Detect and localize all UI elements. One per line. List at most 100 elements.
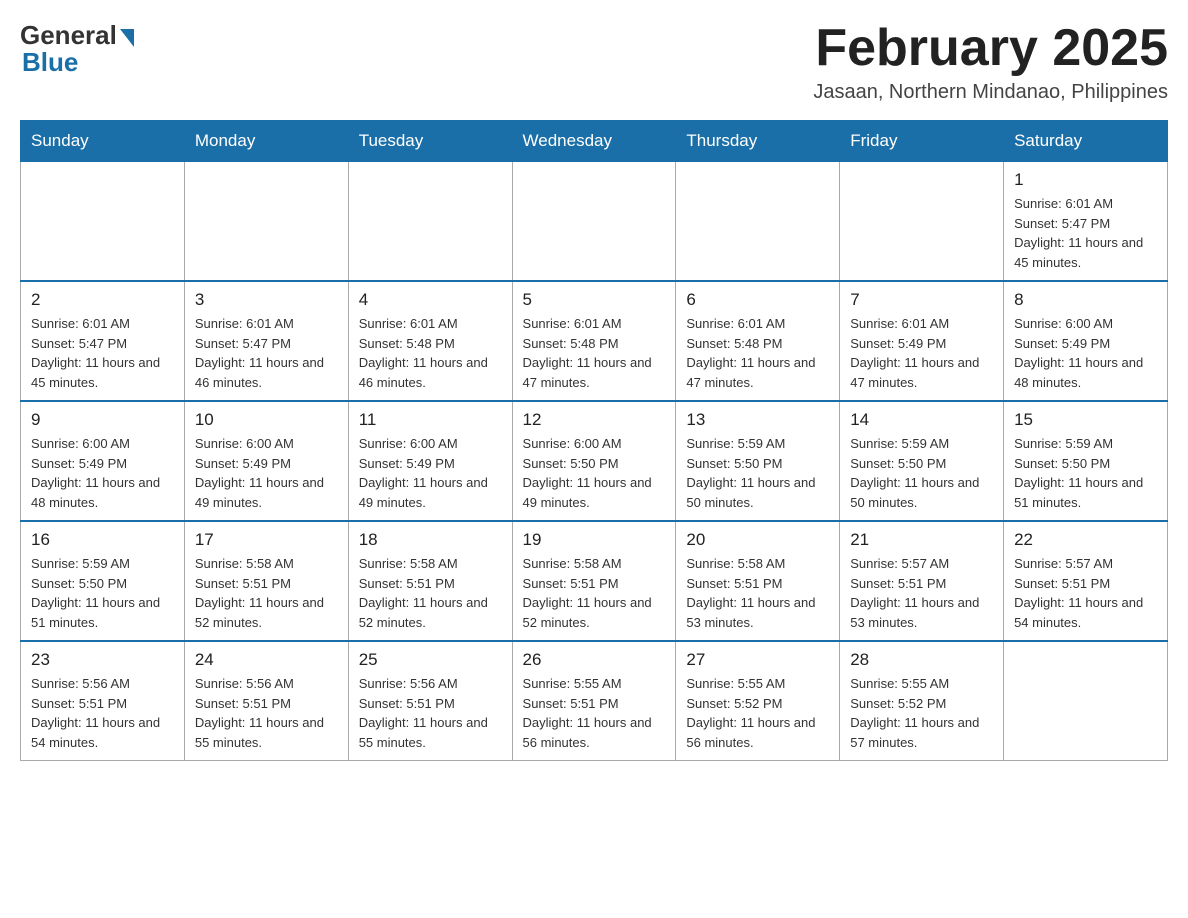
day-number: 2 <box>31 290 174 310</box>
day-number: 12 <box>523 410 666 430</box>
table-row <box>512 162 676 282</box>
day-number: 16 <box>31 530 174 550</box>
calendar-week-row: 9Sunrise: 6:00 AMSunset: 5:49 PMDaylight… <box>21 401 1168 521</box>
day-number: 25 <box>359 650 502 670</box>
day-number: 21 <box>850 530 993 550</box>
day-info: Sunrise: 6:00 AMSunset: 5:50 PMDaylight:… <box>523 434 666 512</box>
day-number: 5 <box>523 290 666 310</box>
col-thursday: Thursday <box>676 121 840 162</box>
day-info: Sunrise: 5:59 AMSunset: 5:50 PMDaylight:… <box>1014 434 1157 512</box>
day-info: Sunrise: 6:01 AMSunset: 5:47 PMDaylight:… <box>31 314 174 392</box>
table-row: 12 Sunrise: 6:00 AMSunset: 5:50 PMDayligh… <box>512 401 676 521</box>
day-number: 22 <box>1014 530 1157 550</box>
col-wednesday: Wednesday <box>512 121 676 162</box>
day-info: Sunrise: 6:01 AMSunset: 5:48 PMDaylight:… <box>359 314 502 392</box>
day-info: Sunrise: 5:55 AMSunset: 5:52 PMDaylight:… <box>686 674 829 752</box>
calendar-table: Sunday Monday Tuesday Wednesday Thursday… <box>20 120 1168 761</box>
table-row <box>676 162 840 282</box>
table-row: 20 Sunrise: 5:58 AMSunset: 5:51 PMDayligh… <box>676 521 840 641</box>
day-info: Sunrise: 5:58 AMSunset: 5:51 PMDaylight:… <box>195 554 338 632</box>
day-info: Sunrise: 6:01 AMSunset: 5:48 PMDaylight:… <box>686 314 829 392</box>
day-info: Sunrise: 6:00 AMSunset: 5:49 PMDaylight:… <box>31 434 174 512</box>
day-info: Sunrise: 5:57 AMSunset: 5:51 PMDaylight:… <box>1014 554 1157 632</box>
day-number: 8 <box>1014 290 1157 310</box>
calendar-week-row: 16 Sunrise: 5:59 AMSunset: 5:50 PMDayligh… <box>21 521 1168 641</box>
table-row <box>21 162 185 282</box>
title-area: February 2025 Jasaan, Northern Mindanao,… <box>813 20 1168 104</box>
day-number: 24 <box>195 650 338 670</box>
day-info: Sunrise: 6:01 AMSunset: 5:48 PMDaylight:… <box>523 314 666 392</box>
table-row: 5 Sunrise: 6:01 AMSunset: 5:48 PMDaylight… <box>512 281 676 401</box>
table-row: 14 Sunrise: 5:59 AMSunset: 5:50 PMDayligh… <box>840 401 1004 521</box>
table-row: 13 Sunrise: 5:59 AMSunset: 5:50 PMDayligh… <box>676 401 840 521</box>
day-number: 28 <box>850 650 993 670</box>
calendar-header-row: Sunday Monday Tuesday Wednesday Thursday… <box>21 121 1168 162</box>
col-monday: Monday <box>184 121 348 162</box>
day-info: Sunrise: 6:00 AMSunset: 5:49 PMDaylight:… <box>1014 314 1157 392</box>
day-number: 7 <box>850 290 993 310</box>
table-row: 2 Sunrise: 6:01 AMSunset: 5:47 PMDaylight… <box>21 281 185 401</box>
table-row: 21 Sunrise: 5:57 AMSunset: 5:51 PMDayligh… <box>840 521 1004 641</box>
day-info: Sunrise: 5:57 AMSunset: 5:51 PMDaylight:… <box>850 554 993 632</box>
day-info: Sunrise: 5:58 AMSunset: 5:51 PMDaylight:… <box>686 554 829 632</box>
table-row <box>1004 641 1168 761</box>
day-info: Sunrise: 5:58 AMSunset: 5:51 PMDaylight:… <box>359 554 502 632</box>
logo: General Blue <box>20 20 134 78</box>
day-number: 1 <box>1014 170 1157 190</box>
day-info: Sunrise: 5:55 AMSunset: 5:52 PMDaylight:… <box>850 674 993 752</box>
table-row: 27 Sunrise: 5:55 AMSunset: 5:52 PMDayligh… <box>676 641 840 761</box>
table-row: 26 Sunrise: 5:55 AMSunset: 5:51 PMDayligh… <box>512 641 676 761</box>
day-info: Sunrise: 5:59 AMSunset: 5:50 PMDaylight:… <box>850 434 993 512</box>
table-row: 1 Sunrise: 6:01 AMSunset: 5:47 PMDaylight… <box>1004 162 1168 282</box>
day-number: 26 <box>523 650 666 670</box>
day-number: 27 <box>686 650 829 670</box>
location-subtitle: Jasaan, Northern Mindanao, Philippines <box>813 81 1168 104</box>
day-number: 19 <box>523 530 666 550</box>
table-row: 18 Sunrise: 5:58 AMSunset: 5:51 PMDayligh… <box>348 521 512 641</box>
day-info: Sunrise: 5:55 AMSunset: 5:51 PMDaylight:… <box>523 674 666 752</box>
table-row: 10 Sunrise: 6:00 AMSunset: 5:49 PMDayligh… <box>184 401 348 521</box>
day-number: 17 <box>195 530 338 550</box>
table-row: 25 Sunrise: 5:56 AMSunset: 5:51 PMDayligh… <box>348 641 512 761</box>
col-sunday: Sunday <box>21 121 185 162</box>
day-info: Sunrise: 6:01 AMSunset: 5:47 PMDaylight:… <box>195 314 338 392</box>
table-row: 9Sunrise: 6:00 AMSunset: 5:49 PMDaylight… <box>21 401 185 521</box>
day-number: 13 <box>686 410 829 430</box>
day-info: Sunrise: 5:59 AMSunset: 5:50 PMDaylight:… <box>31 554 174 632</box>
table-row: 4 Sunrise: 6:01 AMSunset: 5:48 PMDaylight… <box>348 281 512 401</box>
table-row: 3 Sunrise: 6:01 AMSunset: 5:47 PMDaylight… <box>184 281 348 401</box>
col-tuesday: Tuesday <box>348 121 512 162</box>
day-number: 11 <box>359 410 502 430</box>
calendar-week-row: 1 Sunrise: 6:01 AMSunset: 5:47 PMDaylight… <box>21 162 1168 282</box>
day-info: Sunrise: 5:56 AMSunset: 5:51 PMDaylight:… <box>359 674 502 752</box>
day-info: Sunrise: 5:58 AMSunset: 5:51 PMDaylight:… <box>523 554 666 632</box>
table-row <box>348 162 512 282</box>
col-friday: Friday <box>840 121 1004 162</box>
day-info: Sunrise: 6:01 AMSunset: 5:47 PMDaylight:… <box>1014 194 1157 272</box>
table-row <box>840 162 1004 282</box>
day-number: 4 <box>359 290 502 310</box>
day-info: Sunrise: 5:59 AMSunset: 5:50 PMDaylight:… <box>686 434 829 512</box>
table-row: 19 Sunrise: 5:58 AMSunset: 5:51 PMDayligh… <box>512 521 676 641</box>
day-number: 20 <box>686 530 829 550</box>
day-number: 6 <box>686 290 829 310</box>
calendar-week-row: 23 Sunrise: 5:56 AMSunset: 5:51 PMDayligh… <box>21 641 1168 761</box>
day-info: Sunrise: 6:00 AMSunset: 5:49 PMDaylight:… <box>195 434 338 512</box>
day-number: 18 <box>359 530 502 550</box>
table-row: 8 Sunrise: 6:00 AMSunset: 5:49 PMDaylight… <box>1004 281 1168 401</box>
day-info: Sunrise: 5:56 AMSunset: 5:51 PMDaylight:… <box>195 674 338 752</box>
day-number: 10 <box>195 410 338 430</box>
day-number: 23 <box>31 650 174 670</box>
table-row <box>184 162 348 282</box>
table-row: 7Sunrise: 6:01 AMSunset: 5:49 PMDaylight… <box>840 281 1004 401</box>
logo-blue-text: Blue <box>22 47 78 78</box>
day-number: 14 <box>850 410 993 430</box>
table-row: 16 Sunrise: 5:59 AMSunset: 5:50 PMDayligh… <box>21 521 185 641</box>
day-info: Sunrise: 5:56 AMSunset: 5:51 PMDaylight:… <box>31 674 174 752</box>
day-number: 3 <box>195 290 338 310</box>
table-row: 17 Sunrise: 5:58 AMSunset: 5:51 PMDayligh… <box>184 521 348 641</box>
table-row: 15 Sunrise: 5:59 AMSunset: 5:50 PMDayligh… <box>1004 401 1168 521</box>
day-number: 15 <box>1014 410 1157 430</box>
month-title: February 2025 <box>813 20 1168 77</box>
day-info: Sunrise: 6:00 AMSunset: 5:49 PMDaylight:… <box>359 434 502 512</box>
